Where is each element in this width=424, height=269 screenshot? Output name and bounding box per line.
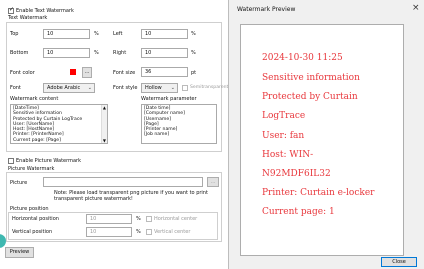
watermark-content-label: Watermark content	[10, 96, 59, 102]
preview-line: User: fan	[262, 131, 305, 141]
top-input[interactable]: 10	[43, 29, 90, 39]
preview-line: Sensitive information	[262, 73, 360, 83]
font-size-unit: pt	[191, 70, 197, 76]
preview-line: Host: WIN-	[262, 150, 314, 160]
font-style-select-value: Hollow	[145, 85, 162, 91]
picture-browse-button[interactable]: ...	[207, 177, 219, 187]
right-input[interactable]: 10	[141, 48, 188, 58]
watermark-parameter-label: Watermark parameter	[141, 96, 197, 102]
font-select-value: Adobe Arabic	[47, 85, 81, 91]
left-input[interactable]: 10	[141, 29, 188, 39]
font-color-swatch[interactable]	[70, 69, 76, 75]
preview-line: N92MDF6IL32	[262, 169, 331, 179]
picture-label: Picture	[10, 180, 28, 186]
content-line: Current page: [Page]	[13, 137, 61, 143]
semitransparent-checkbox[interactable]	[182, 85, 188, 91]
vertical-position-input[interactable]: 10	[86, 227, 132, 237]
chevron-down-icon: ⌄	[170, 85, 175, 91]
enable-text-watermark-checkbox[interactable]	[8, 6, 14, 14]
semitransparent-label: Semitransparent	[190, 85, 229, 90]
preview-canvas: 2024-10-30 11:25 Sensitive information P…	[240, 24, 404, 256]
settings-panel: Enable Text Watermark Text Watermark Top…	[0, 0, 228, 269]
horizontal-unit: %	[136, 216, 141, 222]
vertical-center-label: Vertical center	[154, 229, 191, 235]
preview-line: Printer: Curtain e-locker	[262, 188, 375, 198]
enable-picture-watermark-label: Enable Picture Watermark	[16, 158, 81, 164]
right-label: Right	[113, 50, 127, 56]
close-icon[interactable]: ×	[412, 3, 420, 13]
preview-window-title: Watermark Preview	[237, 6, 296, 13]
font-label: Font	[10, 85, 21, 91]
preview-line: 2024-10-30 11:25	[262, 53, 343, 63]
bottom-label: Bottom	[10, 50, 29, 56]
preview-line: Protected by Curtain	[262, 92, 358, 102]
font-color-label: Font color	[10, 70, 35, 76]
watermark-parameter-list[interactable]: [Date time] [Computer name] [Username] […	[141, 104, 217, 144]
vertical-unit: %	[136, 229, 141, 235]
preview-line: Current page: 1	[262, 207, 335, 217]
font-select[interactable]: Adobe Arabic ⌄	[43, 83, 95, 93]
parameter-item[interactable]: [Job name]	[144, 132, 214, 137]
font-size-input[interactable]: 36	[141, 67, 188, 77]
top-label: Top	[10, 31, 19, 37]
top-unit: %	[94, 31, 99, 37]
enable-picture-watermark-checkbox[interactable]	[8, 158, 14, 164]
preview-line: LogTrace	[262, 111, 306, 121]
text-watermark-group-title: Text Watermark	[8, 15, 48, 21]
scroll-up-icon[interactable]: ▲	[103, 105, 106, 110]
chevron-down-icon: ⌄	[87, 85, 92, 91]
left-unit: %	[191, 31, 196, 37]
font-style-select[interactable]: Hollow ⌄	[141, 83, 178, 93]
picture-note: Note: Please load transparent png pictur…	[54, 190, 208, 202]
font-style-label: Font style	[113, 85, 138, 91]
bottom-unit: %	[94, 50, 99, 56]
horizontal-center-label: Horizontal center	[154, 216, 198, 222]
enable-text-watermark-label: Enable Text Watermark	[16, 8, 74, 14]
preview-button[interactable]: Preview	[5, 247, 34, 258]
picture-path-input[interactable]	[43, 177, 203, 187]
horizontal-position-input[interactable]: 10	[86, 214, 132, 224]
vertical-position-label: Vertical position	[12, 229, 53, 235]
horizontal-position-label: Horizontal position	[12, 216, 59, 222]
font-size-label: Font size	[113, 70, 136, 76]
font-color-button[interactable]: ...	[82, 67, 92, 78]
close-button[interactable]: Close	[381, 257, 417, 267]
bottom-input[interactable]: 10	[43, 48, 90, 58]
vertical-center-checkbox[interactable]	[146, 229, 152, 235]
horizontal-center-checkbox[interactable]	[146, 216, 152, 222]
right-unit: %	[191, 50, 196, 56]
watermark-content-textarea[interactable]: [DateTime] Sensitive information Protect…	[10, 104, 108, 144]
scroll-down-icon[interactable]: ▼	[103, 138, 106, 143]
left-label: Left	[113, 31, 123, 37]
